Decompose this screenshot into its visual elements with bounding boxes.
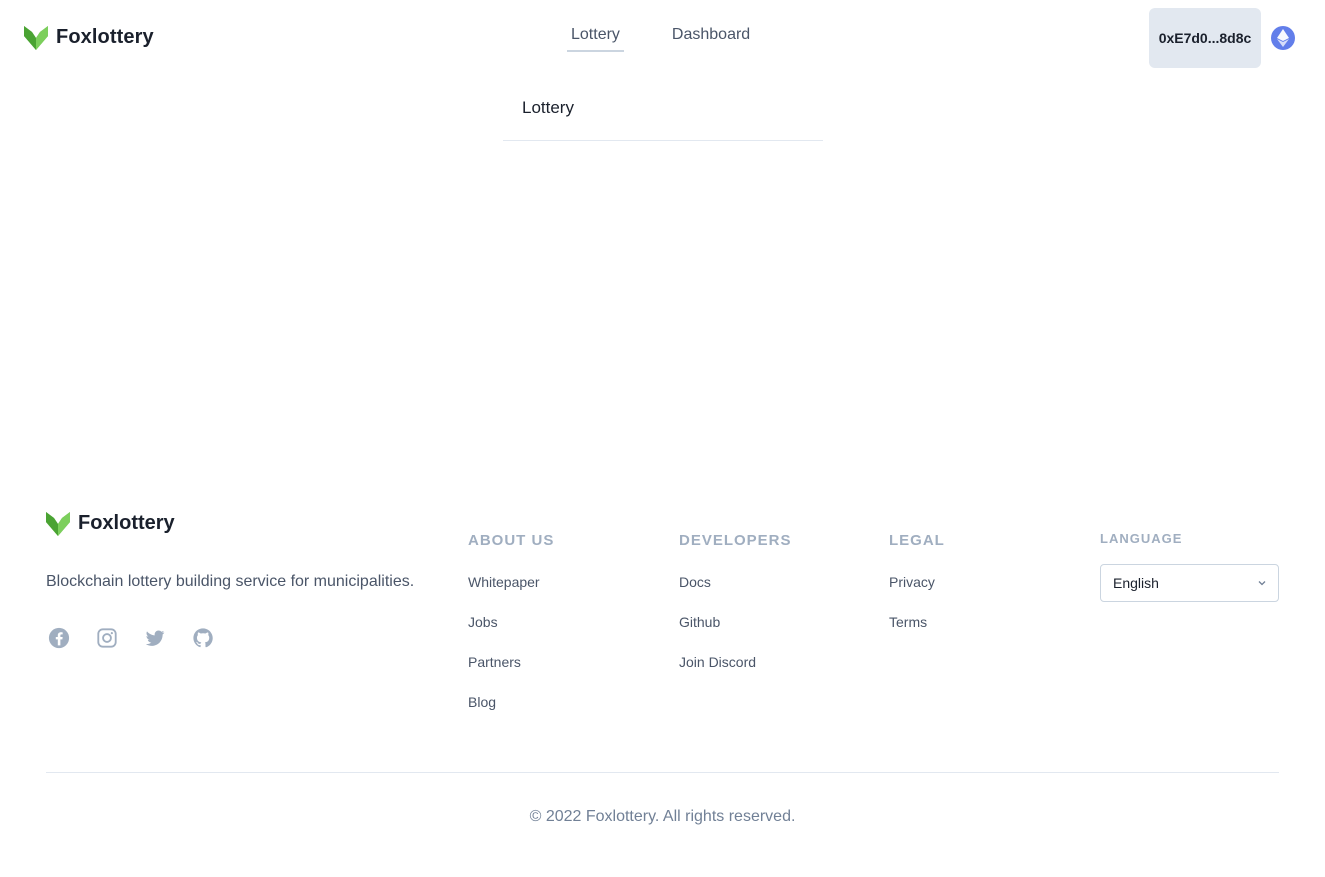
footer-link-join-discord[interactable]: Join Discord [679, 653, 792, 671]
footer-link-terms[interactable]: Terms [889, 613, 945, 631]
footer-link-blog[interactable]: Blog [468, 693, 554, 711]
language-selected-value: English [1113, 575, 1159, 591]
footer-link-whitepaper[interactable]: Whitepaper [468, 573, 554, 591]
brand-name: Foxlottery [56, 25, 154, 48]
section-tab-bar: Lottery [503, 90, 823, 141]
footer-link-jobs[interactable]: Jobs [468, 613, 554, 631]
footer-brand-name: Foxlottery [78, 511, 175, 534]
tab-lottery[interactable]: Lottery [522, 98, 574, 118]
brand-logo-link[interactable]: Foxlottery [24, 24, 154, 50]
footer-column-about: About Us Whitepaper Jobs Partners Blog [468, 532, 554, 711]
column-title: About Us [468, 532, 555, 549]
main-nav: Lottery Dashboard [567, 22, 754, 52]
instagram-icon[interactable] [95, 626, 119, 650]
language-select[interactable]: English [1100, 564, 1279, 602]
footer-brand[interactable]: Foxlottery [46, 510, 175, 536]
footer-link-partners[interactable]: Partners [468, 653, 554, 671]
footer-link-docs[interactable]: Docs [679, 573, 792, 591]
footer-link-github[interactable]: Github [679, 613, 792, 631]
wallet-address-button[interactable]: 0xE7d0...8d8c [1149, 8, 1261, 68]
facebook-icon[interactable] [47, 626, 71, 650]
twitter-icon[interactable] [143, 626, 167, 650]
copyright-text: © 2022 Foxlottery. All rights reserved. [529, 808, 796, 825]
top-header: Foxlottery Lottery Dashboard 0xE7d0...8d… [0, 0, 1325, 80]
chevron-down-icon [1258, 581, 1266, 586]
fox-logo-icon [46, 512, 70, 536]
column-title: Legal [889, 532, 945, 549]
nav-tab-dashboard[interactable]: Dashboard [668, 22, 754, 52]
footer-column-developers: Developers Docs Github Join Discord [679, 532, 792, 671]
language-title: Language [1100, 531, 1183, 546]
fox-logo-icon [24, 26, 48, 50]
footer-divider [46, 772, 1279, 773]
column-title: Developers [679, 532, 792, 549]
footer-column-legal: Legal Privacy Terms [889, 532, 945, 631]
ethereum-icon[interactable] [1271, 26, 1295, 50]
footer-link-privacy[interactable]: Privacy [889, 573, 945, 591]
github-icon[interactable] [191, 626, 215, 650]
footer-tagline: Blockchain lottery building service for … [46, 573, 415, 590]
social-links [47, 626, 215, 650]
nav-tab-lottery[interactable]: Lottery [567, 22, 624, 52]
